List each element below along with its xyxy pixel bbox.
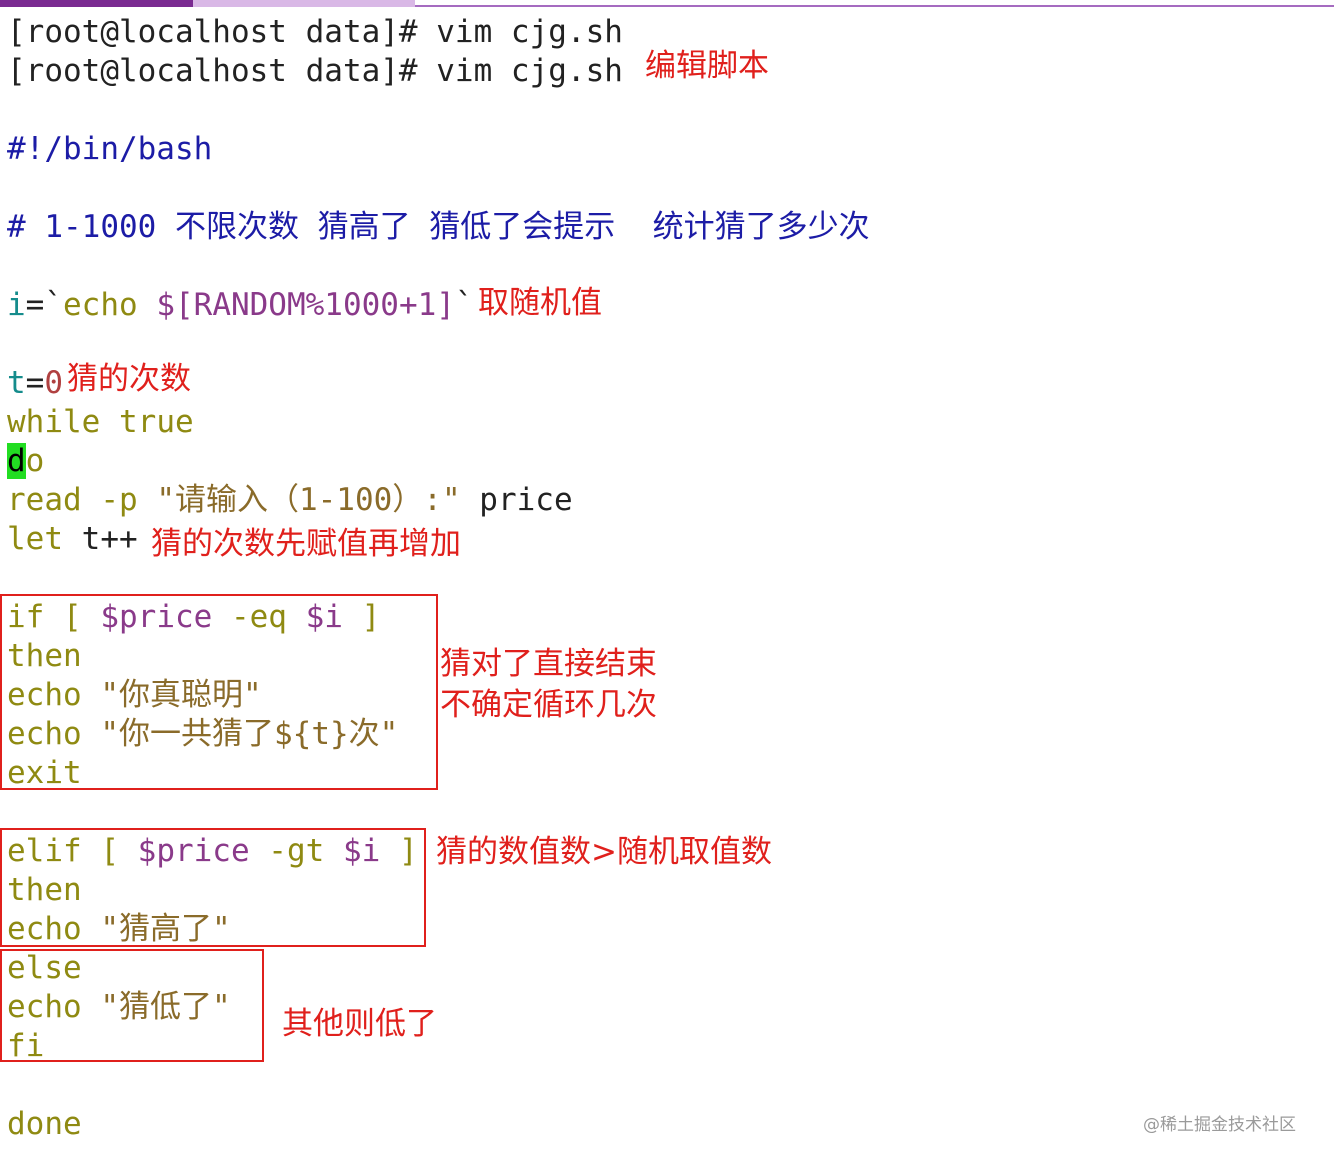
echo-line-2: echo "你一共猜了${t}次" xyxy=(7,715,435,753)
while-line: while true xyxy=(7,403,194,441)
shebang-line: #!/bin/bash xyxy=(7,131,213,167)
assign-op: = xyxy=(25,365,45,401)
window-top-bar xyxy=(0,0,1334,7)
echo-cmd: echo xyxy=(63,287,157,323)
echo-string: "猜低了" xyxy=(100,989,231,1025)
echo-keyword: echo xyxy=(7,677,101,713)
shell-prompt-line-1: [root@localhost data]# vim cjg.sh xyxy=(7,14,623,50)
tab-divider xyxy=(415,5,1334,7)
note-greater: 猜的数值数>随机取值数 xyxy=(436,834,772,870)
let-expr: t++ xyxy=(63,521,138,557)
exit-line: exit xyxy=(7,755,82,791)
var-i: i xyxy=(7,287,26,323)
echo-line-4: echo "猜低了" xyxy=(7,988,231,1026)
elif-var-i: $i xyxy=(342,833,381,869)
elif-line: elif [ $price -gt $i ] xyxy=(7,832,418,870)
watermark: @稀土掘金技术社区 xyxy=(1143,1115,1296,1135)
random-expr: $[RANDOM%1000+1] xyxy=(156,287,455,323)
do-line: do xyxy=(7,442,44,480)
note-guess-count: 猜的次数 xyxy=(67,361,191,397)
echo-keyword: echo xyxy=(7,716,101,752)
note-loop-unknown: 不确定循环几次 xyxy=(440,687,657,723)
echo-string: "猜高了" xyxy=(100,911,231,947)
read-var: price xyxy=(460,482,573,518)
read-line: read -p "请输入（1-100）:" price xyxy=(7,481,573,519)
note-correct-end: 猜对了直接结束 xyxy=(440,646,657,682)
comment-line: # 1-1000 不限次数 猜高了 猜低了会提示 统计猜了多少次 xyxy=(7,209,870,245)
else-line: else xyxy=(7,950,82,986)
fi-line: fi xyxy=(7,1028,45,1064)
backtick-end: ` xyxy=(454,287,474,323)
assign-i-line: i=`echo $[RANDOM%1000+1]` xyxy=(7,286,474,324)
terminal-tab-inactive[interactable] xyxy=(193,0,415,7)
t-initial: 0 xyxy=(44,365,64,401)
elif-var-price: $price xyxy=(137,833,250,869)
note-increment: 猜的次数先赋值再增加 xyxy=(151,526,461,562)
if-line: if [ $price -eq $i ] xyxy=(7,598,380,636)
if-var-price: $price xyxy=(100,599,213,635)
elif-op: -gt xyxy=(249,833,343,869)
text-cursor: d xyxy=(7,443,26,479)
terminal-tab-active[interactable] xyxy=(0,0,193,7)
note-edit-script: 编辑脚本 xyxy=(645,48,769,84)
let-keyword: let xyxy=(7,521,63,557)
if-end: ] xyxy=(342,599,381,635)
echo-line-1: echo "你真聪明" xyxy=(7,676,262,714)
if-keyword: if [ xyxy=(7,599,101,635)
done-line: done xyxy=(7,1106,82,1142)
then-line-1: then xyxy=(7,638,82,674)
echo-keyword: echo xyxy=(7,989,101,1025)
do-rest: o xyxy=(25,443,45,479)
if-op: -eq xyxy=(212,599,306,635)
then-line-2: then xyxy=(7,872,82,908)
while-arg: true xyxy=(100,404,194,440)
var-t: t xyxy=(7,365,26,401)
elif-end: ] xyxy=(380,833,418,869)
if-var-i: $i xyxy=(305,599,343,635)
note-else-lower: 其他则低了 xyxy=(282,1006,437,1042)
assign-t-line: t=0 xyxy=(7,364,63,402)
read-keyword: read -p xyxy=(7,482,157,518)
let-line: let t++ xyxy=(7,520,138,558)
while-keyword: while xyxy=(7,404,101,440)
echo-line-3: echo "猜高了" xyxy=(7,910,231,948)
elif-keyword: elif [ xyxy=(7,833,138,869)
read-prompt-string: "请输入（1-100）:" xyxy=(156,482,461,518)
echo-string: "你真聪明" xyxy=(100,677,262,713)
note-random-value: 取随机值 xyxy=(478,285,602,321)
echo-string: "你一共猜了${t}次" xyxy=(100,716,399,752)
assign-op: =` xyxy=(25,287,63,323)
shell-prompt-line-2: [root@localhost data]# vim cjg.sh xyxy=(7,53,623,89)
echo-keyword: echo xyxy=(7,911,101,947)
